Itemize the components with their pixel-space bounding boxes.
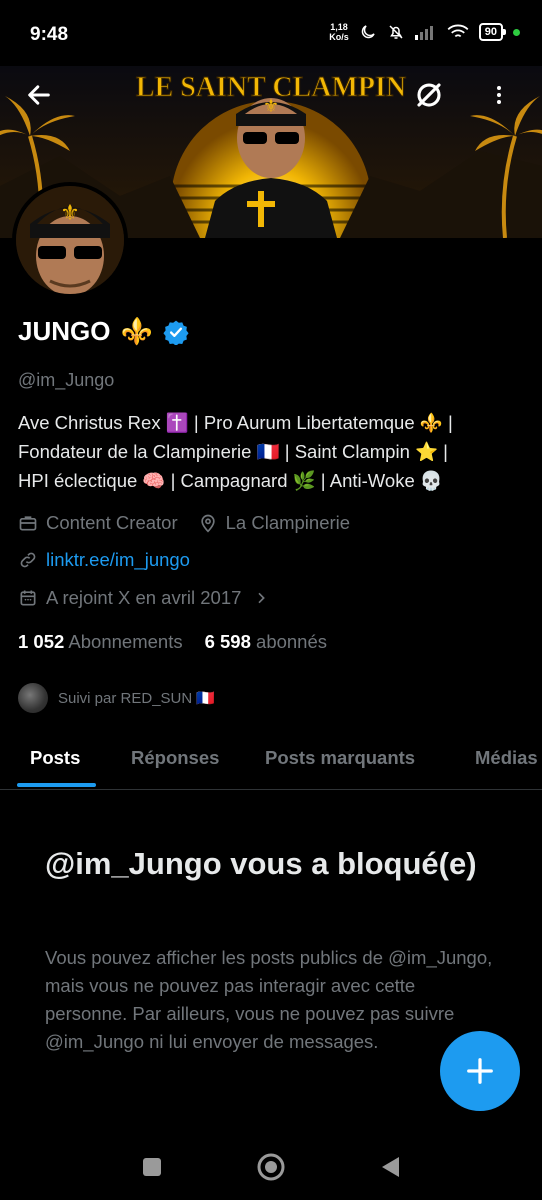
profile-joined-row[interactable]: A rejoint X en avril 2017 [18,587,269,609]
status-bar: 9:48 1,18 Ko/s 90 [0,0,542,66]
profile-location: La Clampinerie [225,512,351,533]
blocked-title: @im_Jungo vous a bloqué(e) [45,846,477,881]
followed-by-text: Suivi par RED_SUN 🇫🇷 [58,690,216,707]
status-icons: 1,18 Ko/s 90 [329,22,520,42]
follow-counts: 1 052 Abonnements 6 598 abonnés [18,631,327,653]
profile-link[interactable]: linktr.ee/im_jungo [46,549,190,571]
briefcase-icon [19,516,37,531]
status-time: 9:48 [30,24,69,45]
bell-off-icon [389,25,403,39]
profile-link-row[interactable]: linktr.ee/im_jungo [18,549,190,571]
tab-replies[interactable]: Réponses [131,747,219,769]
arrow-left-icon [28,85,50,105]
tab-media[interactable]: Médias [475,747,538,769]
plus-icon [467,1058,493,1084]
more-options-button[interactable] [482,78,516,112]
net-speed: 1,18 Ko/s [329,22,349,42]
battery-indicator: 90 [478,23,507,41]
display-name-row: JUNGO ⚜️ [18,316,189,347]
svg-text:⚜: ⚜ [60,201,80,226]
privacy-dot-icon [513,28,520,36]
signal-icon [414,26,433,40]
following-link[interactable]: 1 052 Abonnements [18,631,183,653]
banner-title: LE SAINT CLAMPIN [136,72,406,103]
calendar-icon [20,590,36,606]
profile-avatar[interactable]: ⚜ [12,182,128,298]
compose-button[interactable] [440,1031,520,1111]
active-tab-indicator [17,783,96,787]
name-emoji: ⚜️ [120,316,153,346]
verified-badge-icon[interactable] [163,319,189,345]
bio-line: Fondateur de la Clampinerie 🇫🇷 | Saint C… [18,441,448,462]
profile-joined: A rejoint X en avril 2017 [46,587,242,608]
location-pin-icon [200,514,215,533]
back-nav-button[interactable] [375,1152,405,1182]
chevron-right-icon [258,592,266,604]
triangle-back-icon [382,1157,399,1177]
bio-line: HPI éclectique 🧠 | Campagnard 🌿 | Anti-W… [18,470,443,491]
bio-line: Ave Christus Rex ✝️ | Pro Aurum Libertat… [18,412,453,433]
profile-handle: @im_Jungo [18,370,115,390]
system-nav-bar [0,1130,542,1200]
more-vertical-icon [497,86,501,104]
wifi-icon [447,24,469,38]
recents-button[interactable] [137,1152,167,1182]
blocked-message: Vous pouvez afficher les posts publics d… [45,947,493,1052]
tab-highlights[interactable]: Posts marquants [265,747,415,769]
grok-button[interactable] [412,78,446,112]
profile-bio: Ave Christus Rex ✝️ | Pro Aurum Libertat… [18,408,528,495]
square-icon [143,1158,161,1176]
followers-link[interactable]: 6 598 abonnés [205,631,327,653]
grok-icon [417,83,441,107]
moon-icon [361,25,375,39]
back-button[interactable] [22,78,56,112]
profile-tabs: Posts Réponses Posts marquants Médias [0,735,542,790]
circle-home-icon [257,1153,285,1181]
followed-by-row[interactable]: Suivi par RED_SUN 🇫🇷 [18,683,215,713]
display-name: JUNGO [18,316,111,346]
link-icon [20,552,36,568]
profile-meta-row: Content Creator La Clampinerie [18,512,350,534]
profile-category: Content Creator [46,512,178,533]
tab-posts[interactable]: Posts [30,747,80,769]
follower-avatar [18,683,48,713]
home-button[interactable] [256,1152,286,1182]
avatar-image: ⚜ [16,186,124,294]
